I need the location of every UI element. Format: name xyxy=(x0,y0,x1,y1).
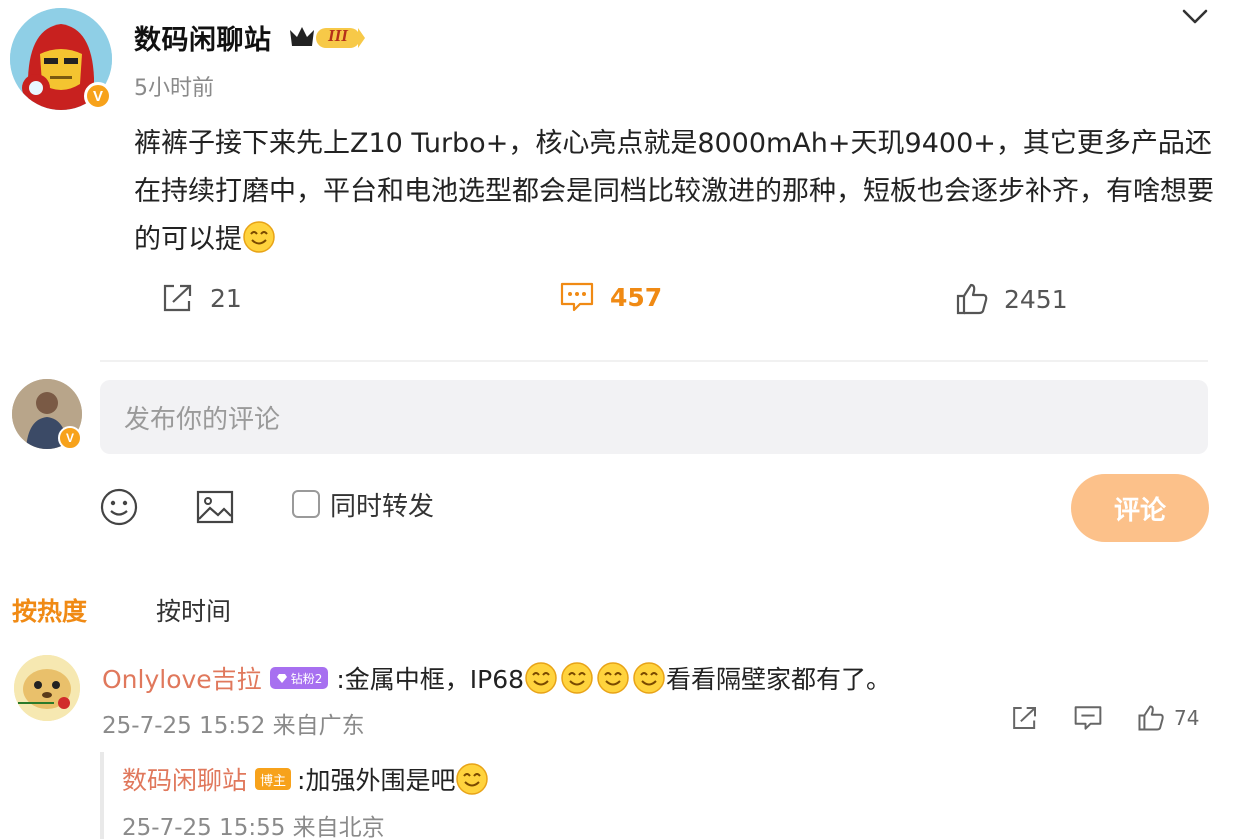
emoji-picker-button[interactable] xyxy=(98,486,140,528)
comment-like-button[interactable]: 74 xyxy=(1136,704,1199,732)
share-button[interactable]: 21 xyxy=(160,282,242,314)
comment-line: Onlylove吉拉 钻粉2 :金属中框，IP68 看看隔壁家都有了。 xyxy=(102,660,891,696)
comment-icon xyxy=(560,282,594,312)
share-icon xyxy=(163,284,192,312)
comment-text-suffix: 看看隔壁家都有了。 xyxy=(666,665,892,694)
member-level-text: III xyxy=(328,26,348,45)
repost-checkbox[interactable] xyxy=(292,490,320,518)
reply-thread-bar xyxy=(100,752,104,839)
divider xyxy=(100,360,1208,362)
post-body: 裤裤子接下来先上Z10 Turbo+，核心亮点就是8000mAh+天玑9400+… xyxy=(134,120,1219,264)
comment-actions: 74 xyxy=(1010,704,1199,732)
comment-meta: 25-7-25 15:52 来自广东 xyxy=(102,713,365,739)
more-menu-button[interactable] xyxy=(1178,2,1212,32)
blogger-badge: 博主 xyxy=(255,768,292,790)
submit-comment-button[interactable]: 评论 xyxy=(1071,474,1209,542)
comment-count: 457 xyxy=(610,282,663,312)
dog-avatar-icon xyxy=(14,655,80,721)
verified-mark: V xyxy=(92,87,103,105)
smile-emoji-icon xyxy=(633,662,665,694)
fan-level-badge[interactable]: 钻粉2 xyxy=(269,667,329,689)
commenter-avatar[interactable] xyxy=(14,655,80,721)
comment-input[interactable]: 发布你的评论 xyxy=(100,380,1208,454)
post-time: 5小时前 xyxy=(134,76,214,101)
smile-emoji-icon xyxy=(525,662,557,694)
comment-username[interactable]: Onlylove吉拉 xyxy=(102,660,262,696)
my-verified-badge: V xyxy=(58,426,82,450)
comment-reply-button[interactable] xyxy=(1072,704,1104,732)
image-icon xyxy=(196,490,234,524)
share-count: 21 xyxy=(210,283,242,313)
comment-like-count: 74 xyxy=(1174,706,1200,730)
crown-icon xyxy=(290,27,365,48)
reply-line: 数码闲聊站 博主 :加强外围是吧 xyxy=(122,761,489,797)
author-name[interactable]: 数码闲聊站 xyxy=(134,18,272,57)
member-level-badge[interactable]: III xyxy=(288,22,366,52)
share-icon xyxy=(1013,707,1036,729)
thumbs-up-icon xyxy=(1138,705,1164,731)
fan-level-text: 钻粉2 xyxy=(290,671,323,686)
comment-share-button[interactable] xyxy=(1010,704,1040,732)
like-button[interactable]: 2451 xyxy=(954,282,1068,316)
repost-label[interactable]: 同时转发 xyxy=(330,486,434,523)
post-text: 裤裤子接下来先上Z10 Turbo+，核心亮点就是8000mAh+天玑9400+… xyxy=(134,128,1214,255)
comment-button[interactable]: 457 xyxy=(558,280,662,314)
image-upload-button[interactable] xyxy=(194,486,236,528)
like-count: 2451 xyxy=(1004,284,1068,314)
smile-emoji-icon xyxy=(456,763,489,795)
emoji-group xyxy=(524,661,666,695)
reply-username[interactable]: 数码闲聊站 xyxy=(122,761,247,797)
smile-emoji-icon xyxy=(243,221,275,253)
chevron-down-icon xyxy=(1182,9,1208,24)
comment-input-placeholder: 发布你的评论 xyxy=(124,404,281,435)
comment-text-prefix: :金属中框，IP68 xyxy=(336,665,525,694)
comment-icon xyxy=(1074,706,1102,730)
reply-text: :加强外围是吧 xyxy=(297,766,456,795)
verified-badge: V xyxy=(84,82,112,110)
smile-emoji-icon xyxy=(597,662,629,694)
reply-meta: 25-7-25 15:55 来自北京 xyxy=(122,815,385,839)
smile-emoji-icon xyxy=(561,662,593,694)
thumbs-up-icon xyxy=(956,283,988,315)
tab-sort-by-hot[interactable]: 按热度 xyxy=(12,592,87,628)
tab-sort-by-time[interactable]: 按时间 xyxy=(156,592,231,628)
smiley-icon xyxy=(100,488,138,526)
my-verified-mark: V xyxy=(65,431,74,445)
diamond-icon xyxy=(276,673,287,683)
